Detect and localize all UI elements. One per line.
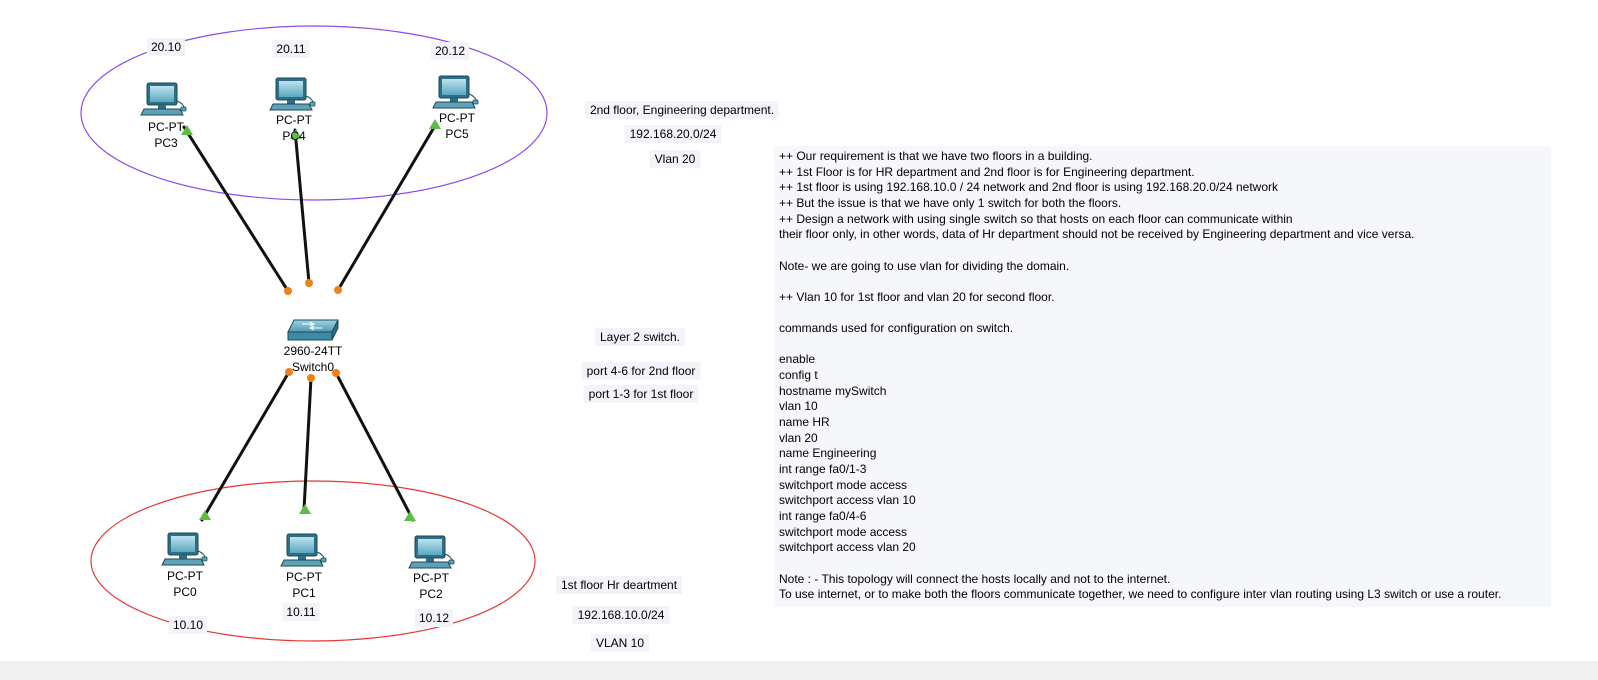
link-up-icon (404, 511, 416, 521)
device-name: PC3 (154, 135, 178, 150)
device-type: PC-PT (439, 111, 475, 125)
link-up-icon (299, 504, 311, 514)
device-label-pc0: PC-PT PC0 (167, 569, 203, 600)
device-type: PC-PT (148, 120, 184, 134)
description-line (779, 243, 1546, 259)
description-line: config t (779, 368, 818, 383)
description-line: commands used for configuration on switc… (779, 321, 1014, 336)
pc-icon[interactable] (280, 533, 327, 567)
link-pc3-switch (182, 125, 290, 293)
device-label-switch0: 2960-24TT Switch0 (284, 344, 343, 375)
description-line: ++ 1st Floor is for HR department and 2n… (779, 164, 1195, 179)
device-type: 2960-24TT (283, 344, 343, 358)
description-line: their floor only, in other words, data o… (779, 227, 1415, 242)
pc-icon[interactable] (140, 82, 187, 116)
description-line: vlan 10 (779, 399, 818, 414)
description-line: switchport mode access (779, 524, 908, 539)
address-note-pc1: 10.11 (282, 603, 320, 621)
address-note-pc3: 20.10 (146, 38, 186, 56)
device-label-pc5: PC-PT PC5 (439, 111, 475, 142)
device-type: PC-PT (167, 569, 203, 583)
description-line: enable (779, 352, 816, 367)
switch-type-note: Layer 2 switch. (594, 328, 686, 346)
description-line: ++ But the issue is that we have only 1 … (779, 195, 1122, 210)
floor1-title-note: 1st floor Hr deartment (555, 576, 683, 594)
link-pc1-switch (302, 376, 313, 512)
device-name: Switch0 (291, 359, 335, 374)
device-name: PC2 (419, 586, 443, 601)
floor1-network-note: 192.168.10.0/24 (572, 606, 670, 624)
device-type: PC-PT (286, 570, 322, 584)
description-line (779, 306, 1546, 322)
device-name: PC4 (282, 128, 306, 143)
description-line: Note- we are going to use vlan for divid… (779, 258, 1070, 273)
address-note-pc0: 10.10 (168, 616, 208, 634)
link-pc0-switch (200, 370, 291, 522)
description-line (779, 337, 1546, 353)
description-line: To use internet, or to make both the flo… (779, 587, 1502, 602)
description-line (779, 556, 1546, 572)
floor2-vlan-note: Vlan 20 (649, 150, 701, 168)
ports-floor2-note: port 4-6 for 2nd floor (581, 362, 701, 380)
description-line: int range fa0/1-3 (779, 462, 867, 477)
floor2-network-note: 192.168.20.0/24 (624, 125, 722, 143)
description-line: name Engineering (779, 446, 877, 461)
description-line: ++ Our requirement is that we have two f… (779, 149, 1093, 163)
device-label-pc1: PC-PT PC1 (286, 570, 322, 601)
floor1-vlan-note: VLAN 10 (590, 634, 650, 652)
pc-icon[interactable] (432, 75, 479, 109)
pc-icon[interactable] (408, 535, 455, 569)
description-line (779, 274, 1546, 290)
link-pc2-switch (334, 371, 415, 522)
device-type: PC-PT (276, 113, 312, 127)
bottom-scroll-strip (0, 661, 1598, 680)
link-up-icon (199, 510, 211, 520)
description-line: Note : - This topology will connect the … (779, 571, 1171, 586)
address-note-pc4: 20.11 (272, 40, 310, 58)
description-line: name HR (779, 415, 830, 430)
device-label-pc3: PC-PT PC3 (148, 120, 184, 151)
switch-icon[interactable] (287, 319, 339, 341)
description-line: switchport access vlan 20 (779, 540, 916, 555)
device-label-pc4: PC-PT PC4 (276, 113, 312, 144)
switch-port-dot (307, 374, 315, 382)
floor2-title-note: 2nd floor, Engineering department. (584, 101, 780, 119)
device-name: PC5 (445, 126, 469, 141)
description-line: ++ Vlan 10 for 1st floor and vlan 20 for… (779, 289, 1055, 304)
device-name: PC1 (292, 585, 316, 600)
pc-icon[interactable] (269, 77, 316, 111)
description-line: ++ Design a network with using single sw… (779, 211, 1293, 226)
link-pc4-switch (293, 128, 311, 285)
switch-port-dot (284, 287, 292, 295)
pc-icon[interactable] (161, 532, 208, 566)
link-pc5-switch (336, 122, 438, 292)
description-line: switchport access vlan 10 (779, 493, 916, 508)
device-label-pc2: PC-PT PC2 (413, 571, 449, 602)
description-line: int range fa0/4-6 (779, 509, 867, 524)
switch-port-dot (334, 286, 342, 294)
description-line: ++ 1st floor is using 192.168.10.0 / 24 … (779, 180, 1279, 195)
address-note-pc2: 10.12 (414, 609, 454, 627)
device-type: PC-PT (413, 571, 449, 585)
description-textbox: ++ Our requirement is that we have two f… (774, 146, 1551, 607)
description-line: switchport mode access (779, 477, 908, 492)
description-line: hostname mySwitch (779, 383, 887, 398)
switch-port-dot (305, 279, 313, 287)
device-name: PC0 (173, 584, 197, 599)
description-line: vlan 20 (779, 430, 818, 445)
ports-floor1-note: port 1-3 for 1st floor (583, 385, 699, 403)
address-note-pc5: 20.12 (430, 42, 470, 60)
